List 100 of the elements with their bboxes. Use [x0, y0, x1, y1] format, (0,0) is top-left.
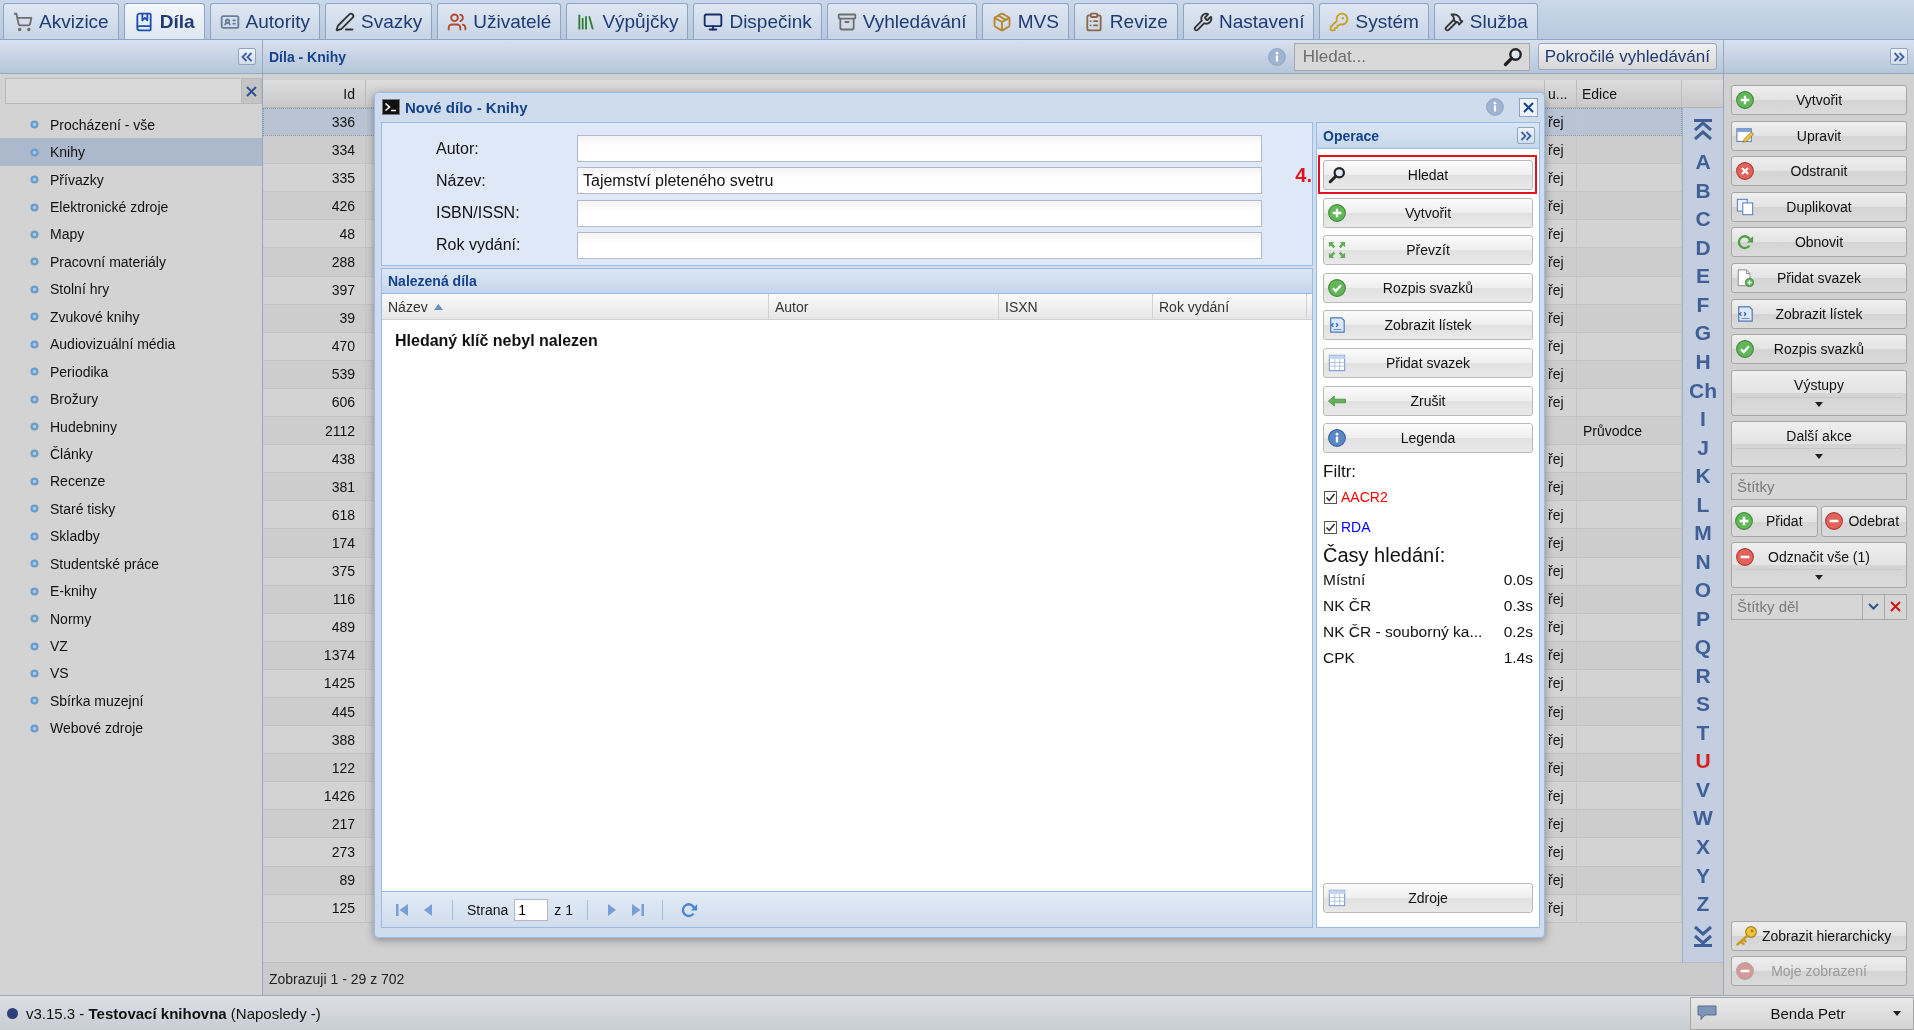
tab[interactable]: Vyhledávání: [826, 3, 977, 39]
sidebar-item[interactable]: Procházení - vše: [0, 111, 262, 139]
sidebar-item[interactable]: E-knihy: [0, 577, 262, 605]
letter-link[interactable]: D: [1695, 233, 1711, 263]
operation-button[interactable]: Zobrazit lístek: [1323, 310, 1533, 341]
tab[interactable]: Systém: [1319, 3, 1429, 39]
collapse-button[interactable]: [238, 48, 256, 65]
action-button[interactable]: Vytvořit: [1731, 85, 1907, 115]
tag-button[interactable]: Přidat: [1731, 505, 1818, 537]
sidebar-item[interactable]: Skladby: [0, 522, 262, 550]
operation-button[interactable]: Zrušit: [1323, 385, 1533, 416]
action-button[interactable]: Odstranit: [1731, 156, 1907, 187]
tab[interactable]: Dispečink: [693, 3, 822, 39]
tag-button[interactable]: Odebrat: [1820, 505, 1907, 537]
operation-button[interactable]: Hledat: [1323, 160, 1533, 190]
text-field[interactable]: [577, 231, 1262, 259]
action-button[interactable]: Duplikovat: [1731, 191, 1907, 222]
letter-link[interactable]: C: [1695, 205, 1711, 234]
column-header[interactable]: Edice: [1582, 85, 1618, 102]
search-field[interactable]: Hledat...: [1293, 42, 1530, 71]
operation-button[interactable]: Legenda: [1323, 423, 1533, 454]
letter-link[interactable]: B: [1695, 176, 1711, 206]
user-menu-button[interactable]: Benda Petr: [1690, 996, 1914, 1030]
sidebar-item[interactable]: Stolní hry: [0, 275, 262, 304]
sidebar-item[interactable]: Webové zdroje: [0, 714, 262, 743]
letter-link[interactable]: M: [1694, 518, 1712, 548]
letter-link[interactable]: P: [1696, 604, 1710, 634]
expand-button[interactable]: [1517, 127, 1535, 144]
column-header[interactable]: Id: [343, 85, 355, 102]
letter-link[interactable]: F: [1696, 290, 1710, 320]
letter-link[interactable]: L: [1696, 490, 1710, 519]
letter-link[interactable]: H: [1695, 347, 1711, 377]
letter-link[interactable]: T: [1696, 718, 1710, 748]
expand-button[interactable]: [1890, 48, 1908, 65]
column-header[interactable]: Autor: [769, 294, 999, 319]
column-header[interactable]: u...: [1548, 85, 1568, 102]
sidebar-item[interactable]: Mapy: [0, 220, 262, 249]
letter-link[interactable]: Y: [1696, 861, 1710, 890]
sidebar-item[interactable]: Zvukové knihy: [0, 303, 262, 331]
letter-link[interactable]: Z: [1696, 889, 1710, 919]
letter-link[interactable]: R: [1695, 661, 1711, 691]
letter-link[interactable]: N: [1695, 547, 1711, 576]
sidebar-item[interactable]: Normy: [0, 604, 262, 633]
letter-link[interactable]: V: [1696, 775, 1710, 805]
sidebar-item[interactable]: Brožury: [0, 385, 262, 413]
close-button[interactable]: [1519, 97, 1538, 117]
tab[interactable]: Uživatelé: [437, 3, 562, 39]
operation-button[interactable]: Přidat svazek: [1323, 347, 1533, 378]
column-header[interactable]: ISXN: [999, 294, 1153, 319]
search-input[interactable]: Hledat...: [1294, 43, 1503, 70]
letter-link[interactable]: X: [1696, 832, 1710, 862]
letter-link[interactable]: G: [1694, 319, 1712, 348]
sources-button[interactable]: Zdroje: [1323, 883, 1533, 913]
sidebar-item[interactable]: Pracovní materiály: [0, 248, 262, 276]
sidebar-item[interactable]: Sbírka muzejní: [0, 687, 262, 715]
clear-button[interactable]: [1885, 593, 1907, 620]
letter-link[interactable]: E: [1696, 262, 1710, 291]
text-field[interactable]: [577, 199, 1262, 227]
sidebar-item[interactable]: VS: [0, 659, 262, 688]
operation-button[interactable]: Rozpis svazků: [1323, 272, 1533, 303]
sidebar-item[interactable]: Elektronické zdroje: [0, 193, 262, 221]
tab[interactable]: Služba: [1433, 3, 1538, 39]
tab[interactable]: Revize: [1073, 3, 1178, 39]
column-header[interactable]: Název: [382, 294, 769, 319]
sidebar-item[interactable]: Hudebniny: [0, 412, 262, 441]
action-button[interactable]: Zobrazit lístek: [1731, 298, 1907, 329]
letter-link[interactable]: W: [1693, 804, 1713, 833]
action-button[interactable]: Upravit: [1731, 120, 1907, 151]
action-button[interactable]: Rozpis svazků: [1731, 334, 1907, 365]
menu-button[interactable]: Další akce: [1731, 421, 1907, 468]
letter-link[interactable]: S: [1696, 690, 1710, 719]
letter-link[interactable]: A: [1695, 148, 1711, 177]
tag-filter-field[interactable]: Štítky děl: [1731, 593, 1863, 620]
action-button[interactable]: Přidat svazek: [1731, 262, 1907, 293]
tab[interactable]: Díla: [123, 3, 205, 39]
tab[interactable]: Autority: [209, 3, 320, 39]
menu-button[interactable]: Výstupy: [1731, 369, 1907, 416]
operation-button[interactable]: Převzít: [1323, 235, 1533, 266]
sidebar-item[interactable]: Přívazky: [0, 165, 262, 194]
unmark-all-button[interactable]: Odznačit vše (1): [1731, 542, 1907, 589]
clear-button[interactable]: [241, 78, 262, 104]
operation-button[interactable]: Vytvořit: [1323, 197, 1533, 228]
sidebar-item[interactable]: Recenze: [0, 467, 262, 496]
tab[interactable]: Akvizice: [3, 3, 119, 39]
checkbox[interactable]: [1324, 490, 1337, 504]
dropdown-button[interactable]: [1863, 593, 1885, 620]
sidebar-item[interactable]: Audiovizuální média: [0, 330, 262, 358]
letter-link[interactable]: J: [1697, 433, 1709, 462]
tags-field[interactable]: Štítky: [1731, 472, 1907, 500]
advanced-search-button[interactable]: Pokročilé vyhledávání: [1537, 43, 1717, 70]
page-field[interactable]: 1: [514, 898, 549, 921]
tab[interactable]: Svazky: [324, 3, 433, 39]
text-field[interactable]: [577, 135, 1262, 162]
sidebar-item[interactable]: Studentské práce: [0, 550, 262, 578]
column-header[interactable]: Rok vydání: [1153, 294, 1307, 319]
sidebar-item[interactable]: Knihy: [0, 138, 262, 166]
sidebar-item[interactable]: Periodika: [0, 357, 262, 386]
letter-link[interactable]: O: [1694, 575, 1712, 605]
letter-link[interactable]: Q: [1694, 633, 1712, 662]
letter-link[interactable]: K: [1695, 461, 1711, 491]
